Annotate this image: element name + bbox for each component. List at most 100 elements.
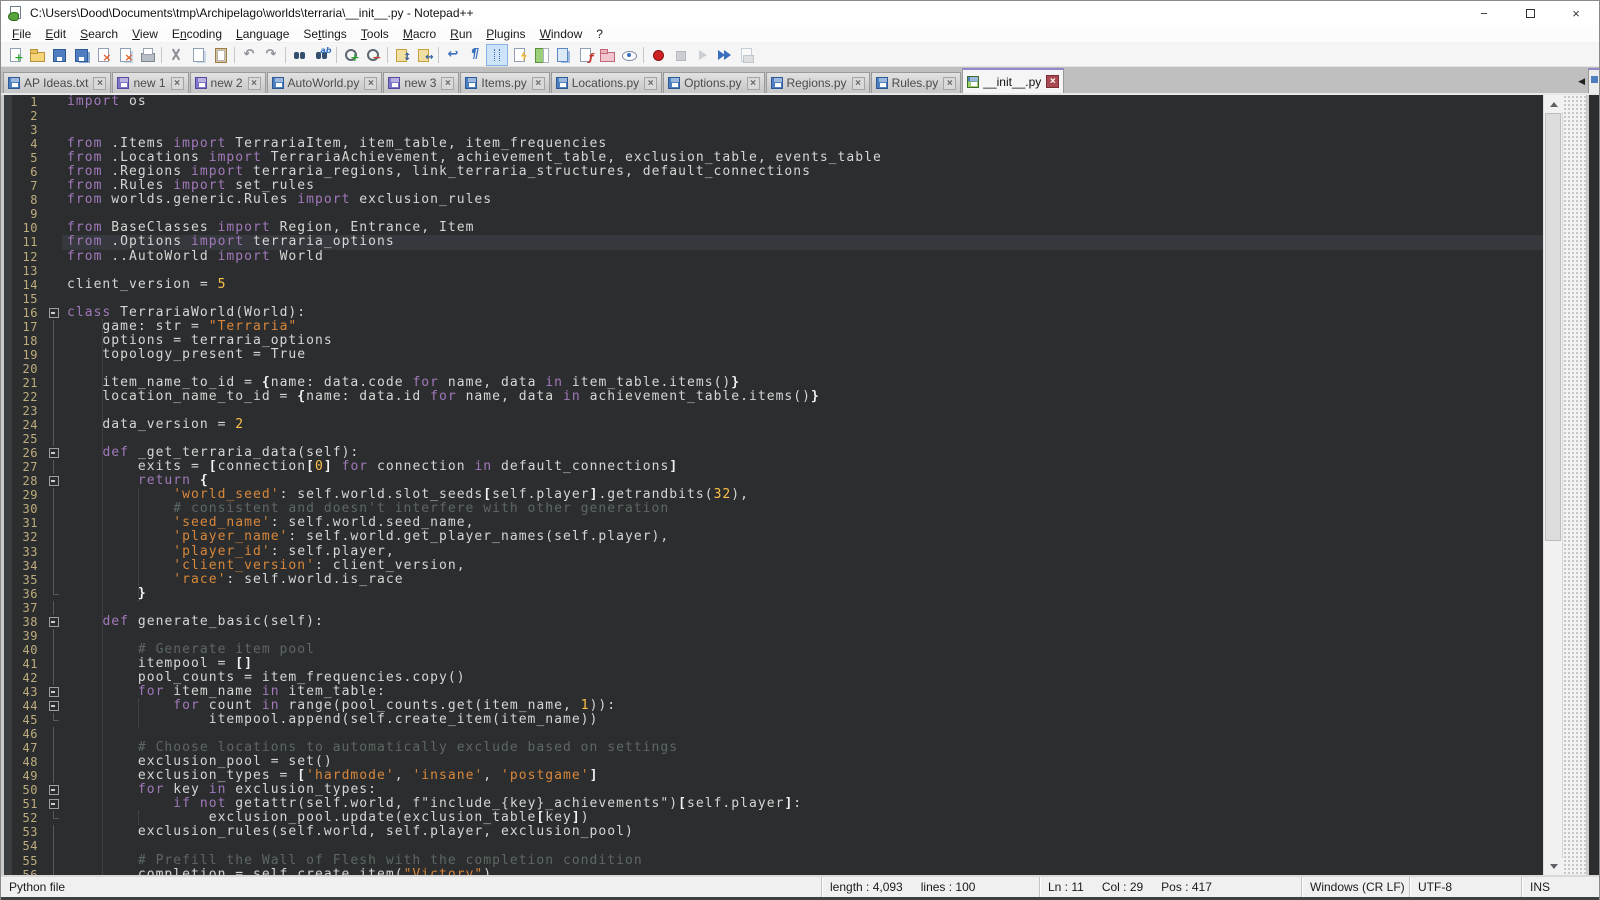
code-line-42[interactable]: 42 pool_counts = item_frequencies.copy() [1, 671, 1543, 685]
fold-toggle-icon[interactable] [46, 615, 62, 629]
cut-icon[interactable] [165, 44, 187, 66]
code-line-54[interactable]: 54 [1, 839, 1543, 853]
code-line-25[interactable]: 25 [1, 432, 1543, 446]
code-line-8[interactable]: 8from worlds.generic.Rules import exclus… [1, 193, 1543, 207]
code-line-39[interactable]: 39 [1, 629, 1543, 643]
open-file-icon[interactable] [26, 44, 48, 66]
tab-init-py[interactable]: __init__.py× [962, 68, 1064, 93]
close-tab-icon[interactable]: × [644, 77, 657, 90]
monitoring-icon[interactable] [618, 44, 640, 66]
maximize-button[interactable] [1507, 1, 1553, 25]
code-line-16[interactable]: 16class TerrariaWorld(World): [1, 306, 1543, 320]
code-line-52[interactable]: 52 exclusion_pool.update(exclusion_table… [1, 811, 1543, 825]
code-line-44[interactable]: 44 for count in range(pool_counts.get(it… [1, 699, 1543, 713]
close-tab-icon[interactable]: × [364, 77, 377, 90]
code-line-7[interactable]: 7from .Rules import set_rules [1, 179, 1543, 193]
code-line-50[interactable]: 50 for key in exclusion_types: [1, 783, 1543, 797]
macro-run-multiple-icon[interactable] [713, 44, 735, 66]
code-line-40[interactable]: 40 # Generate item pool [1, 643, 1543, 657]
tab-items-py[interactable]: Items.py× [460, 72, 549, 93]
close-tab-icon[interactable]: × [248, 77, 261, 90]
code-line-11[interactable]: 11from .Options import terraria_options [1, 235, 1543, 249]
code-line-46[interactable]: 46 [1, 727, 1543, 741]
code-line-36[interactable]: 36 } [1, 587, 1543, 601]
close-tab-icon[interactable]: × [943, 77, 956, 90]
tab-scroll-left-icon[interactable]: ◀ [1578, 76, 1588, 93]
code-line-56[interactable]: 56 completion = self.create_item("Victor… [1, 868, 1543, 875]
code-line-2[interactable]: 2 [1, 109, 1543, 123]
zoom-in-icon[interactable] [340, 44, 362, 66]
scrollbar-thumb[interactable] [1545, 113, 1561, 541]
macro-save-icon[interactable] [735, 44, 757, 66]
fold-toggle-icon[interactable] [46, 699, 62, 713]
new-file-icon[interactable] [4, 44, 26, 66]
folder-as-workspace-icon[interactable] [596, 44, 618, 66]
code-line-17[interactable]: 17 game: str = "Terraria" [1, 320, 1543, 334]
tab-new-1[interactable]: new 1× [112, 72, 188, 93]
scroll-down-icon[interactable] [1544, 858, 1563, 875]
close-tab-icon[interactable]: × [532, 77, 545, 90]
code-line-3[interactable]: 3 [1, 123, 1543, 137]
code-line-38[interactable]: 38 def generate_basic(self): [1, 615, 1543, 629]
save-all-icon[interactable] [70, 44, 92, 66]
code-line-55[interactable]: 55 # Prefill the Wall of Flesh with the … [1, 854, 1543, 868]
code-line-10[interactable]: 10from BaseClasses import Region, Entran… [1, 221, 1543, 235]
macro-record-icon[interactable] [647, 44, 669, 66]
tab-regions-py[interactable]: Regions.py× [766, 72, 870, 93]
menu-view[interactable]: View [125, 26, 165, 42]
code-line-4[interactable]: 4from .Items import TerrariaItem, item_t… [1, 137, 1543, 151]
code-line-20[interactable]: 20 [1, 362, 1543, 376]
code-line-19[interactable]: 19 topology_present = True [1, 348, 1543, 362]
tab-new-2[interactable]: new 2× [190, 72, 266, 93]
code-line-21[interactable]: 21 item_name_to_id = {name: data.code fo… [1, 376, 1543, 390]
menu-encoding[interactable]: Encoding [165, 26, 229, 42]
code-line-14[interactable]: 14client_version = 5 [1, 278, 1543, 292]
menu-search[interactable]: Search [73, 26, 125, 42]
code-line-26[interactable]: 26 def _get_terraria_data(self): [1, 446, 1543, 460]
zoom-out-icon[interactable] [362, 44, 384, 66]
menu-macro[interactable]: Macro [396, 26, 443, 42]
close-button[interactable]: × [1553, 1, 1599, 25]
tab-rules-py[interactable]: Rules.py× [871, 72, 962, 93]
document-switcher-icon[interactable] [552, 44, 574, 66]
close-tab-icon[interactable]: × [1046, 75, 1059, 88]
copy-icon[interactable] [187, 44, 209, 66]
code-line-45[interactable]: 45 itempool.append(self.create_item(item… [1, 713, 1543, 727]
document-map-icon[interactable] [530, 44, 552, 66]
tab-new-3[interactable]: new 3× [383, 72, 459, 93]
close-tab-icon[interactable]: × [747, 77, 760, 90]
sync-vertical-scroll-icon[interactable] [391, 44, 413, 66]
code-line-24[interactable]: 24 data_version = 2 [1, 418, 1543, 432]
menu-language[interactable]: Language [229, 26, 296, 42]
macro-stop-icon[interactable] [669, 44, 691, 66]
code-line-31[interactable]: 31 'seed_name': self.world.seed_name, [1, 516, 1543, 530]
fold-toggle-icon[interactable] [46, 797, 62, 811]
undo-icon[interactable]: ↶ [238, 44, 260, 66]
code-line-12[interactable]: 12from ..AutoWorld import World [1, 250, 1543, 264]
code-line-23[interactable]: 23 [1, 404, 1543, 418]
view-splitter[interactable] [1562, 95, 1586, 875]
function-list-icon[interactable] [574, 44, 596, 66]
code-line-5[interactable]: 5from .Locations import TerrariaAchievem… [1, 151, 1543, 165]
save-icon[interactable] [48, 44, 70, 66]
code-line-48[interactable]: 48 exclusion_pool = set() [1, 755, 1543, 769]
show-all-characters-icon[interactable]: ¶ [464, 44, 486, 66]
code-line-29[interactable]: 29 'world_seed': self.world.slot_seeds[s… [1, 488, 1543, 502]
fold-toggle-icon[interactable] [46, 685, 62, 699]
close-tab-icon[interactable]: × [852, 77, 865, 90]
code-line-22[interactable]: 22 location_name_to_id = {name: data.id … [1, 390, 1543, 404]
close-tab-icon[interactable]: × [93, 77, 106, 90]
code-pane[interactable]: 1import os234from .Items import Terraria… [1, 95, 1543, 875]
code-line-18[interactable]: 18 options = terraria_options [1, 334, 1543, 348]
word-wrap-icon[interactable]: ↩ [442, 44, 464, 66]
fold-toggle-icon[interactable] [46, 306, 62, 320]
menu-tools[interactable]: Tools [354, 26, 396, 42]
replace-icon[interactable] [311, 44, 333, 66]
second-view-sliver[interactable] [1586, 95, 1599, 875]
fold-toggle-icon[interactable] [46, 446, 62, 460]
indent-guide-icon[interactable] [486, 44, 508, 66]
find-icon[interactable] [289, 44, 311, 66]
code-line-15[interactable]: 15 [1, 292, 1543, 306]
macro-play-icon[interactable] [691, 44, 713, 66]
scroll-up-icon[interactable] [1544, 95, 1563, 112]
